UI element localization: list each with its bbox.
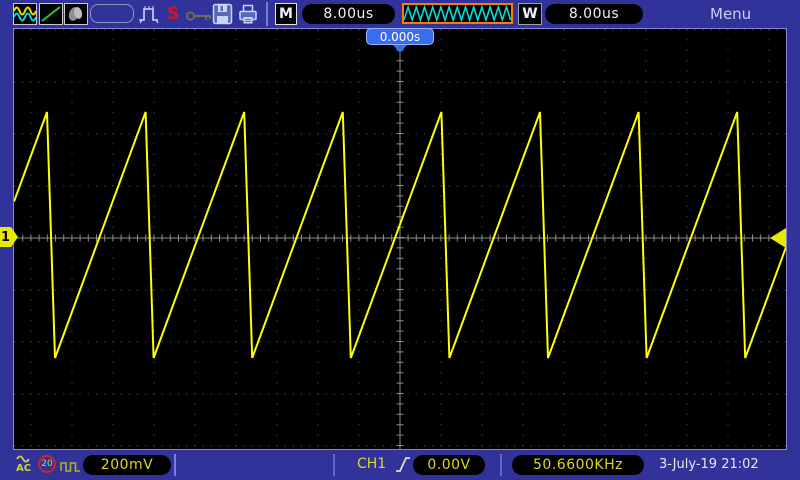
trigger-slope-icon	[395, 454, 411, 478]
svg-text:AC: AC	[16, 463, 31, 474]
empty-slot	[90, 4, 134, 23]
vertical-scale-readout: 200mV	[83, 455, 171, 475]
dual-sine-logo-icon	[13, 3, 37, 25]
bottombar-separator-1	[174, 454, 176, 476]
s-indicator: S	[167, 4, 179, 24]
squarewave-icon	[60, 458, 81, 477]
graticule-svg	[14, 29, 786, 449]
trigger-source-label: CH1	[357, 456, 386, 472]
key-lock-icon	[185, 8, 213, 27]
trigger-level-marker-icon[interactable]	[770, 228, 786, 248]
topbar-separator	[266, 2, 268, 26]
printer-icon	[237, 3, 259, 29]
thumbnail-icon	[64, 3, 88, 25]
menu-button[interactable]: Menu	[710, 5, 751, 23]
oscilloscope-screen: S M 8.00us	[0, 0, 800, 480]
coupling-ac-icon: AC	[13, 453, 35, 479]
probe-attenuation-badge: 20	[38, 455, 56, 473]
top-bar: S M 8.00us	[0, 0, 800, 28]
window-timebase-icon: W	[518, 3, 542, 25]
trigger-level-readout: 0.00V	[413, 455, 485, 475]
save-floppy-icon	[212, 3, 233, 29]
main-timebase-readout: 8.00us	[302, 4, 395, 24]
main-timebase-icon: M	[275, 3, 297, 25]
datetime-readout: 3-July-19 21:02	[659, 457, 759, 472]
trigger-position-badge[interactable]: 0.000s	[366, 28, 434, 45]
trigger-position-arrow-icon	[393, 45, 407, 53]
green-line-icon	[39, 3, 63, 25]
window-timebase-readout: 8.00us	[545, 4, 643, 24]
bottom-bar: AC 20 200mV CH1 0.00V 50.6600KHz 3-July-…	[0, 450, 800, 480]
zoom-window-wave-svg	[404, 5, 511, 22]
frequency-readout: 50.6600KHz	[512, 455, 644, 475]
bottombar-separator-2	[333, 454, 335, 476]
waveform-display	[13, 28, 787, 450]
pulse-width-icon	[137, 3, 161, 25]
bottombar-separator-3	[500, 454, 502, 476]
zoom-window-waveform-icon	[402, 3, 513, 24]
